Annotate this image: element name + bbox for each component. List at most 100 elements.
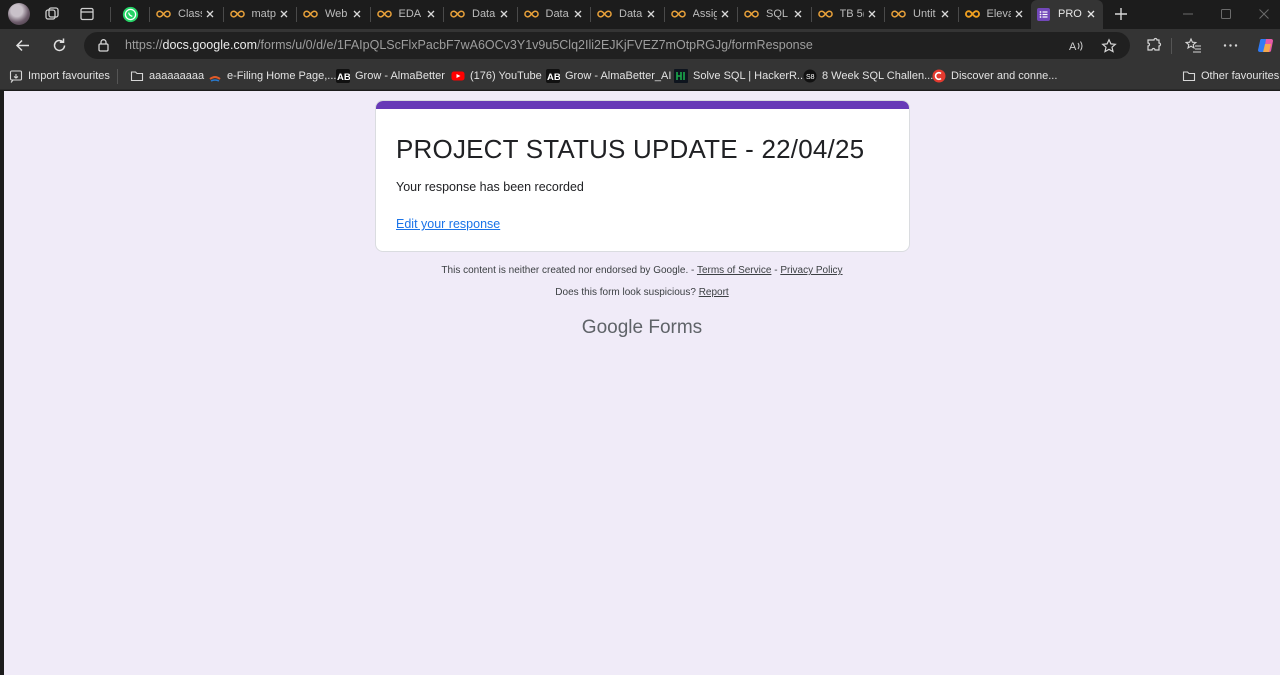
youtube-icon: [451, 71, 465, 81]
tab-title: Untit: [913, 8, 936, 20]
report-line: Does this form look suspicious? Report: [4, 287, 1280, 298]
profile-avatar[interactable]: [8, 3, 30, 25]
tab-data-1[interactable]: Data: [443, 0, 516, 29]
svg-text:A: A: [1069, 41, 1077, 53]
maximize-icon[interactable]: [1219, 7, 1233, 21]
whatsapp-icon[interactable]: [122, 6, 139, 23]
bookmark-label: Grow - AlmaBetter_AI: [565, 70, 672, 82]
tab-title: Eleva: [986, 8, 1011, 20]
close-icon[interactable]: [424, 7, 438, 21]
infinity-icon: [523, 10, 539, 18]
folder-icon: [130, 71, 144, 82]
tab-class[interactable]: Class: [149, 0, 222, 29]
privacy-policy-link[interactable]: Privacy Policy: [780, 265, 842, 276]
close-icon[interactable]: [644, 7, 658, 21]
lock-icon[interactable]: [97, 38, 110, 52]
bookmark-label: 8 Week SQL Challen...: [822, 70, 934, 82]
url-prefix: https://: [125, 38, 163, 52]
back-icon[interactable]: [14, 37, 31, 54]
google-forms-logo[interactable]: Google Forms: [4, 317, 1280, 339]
tab-title: Data: [545, 8, 569, 20]
suspicious-text: Does this form look suspicious?: [555, 287, 696, 298]
tab-data-2[interactable]: Data: [516, 0, 590, 29]
bookmark-grow-almabetter-ai[interactable]: AB Grow - AlmaBetter_AI: [546, 67, 671, 85]
tab-eda[interactable]: EDA: [369, 0, 443, 29]
read-aloud-icon[interactable]: A: [1068, 38, 1084, 54]
bookmark-discover[interactable]: Discover and conne...: [932, 67, 1057, 85]
extensions-icon[interactable]: [1145, 37, 1162, 54]
terms-of-service-link[interactable]: Terms of Service: [697, 265, 771, 276]
new-tab-icon[interactable]: [1113, 6, 1129, 22]
tab-sql[interactable]: SQL: [737, 0, 810, 29]
close-icon[interactable]: [203, 7, 217, 21]
dash: -: [688, 265, 697, 276]
close-icon[interactable]: [350, 7, 364, 21]
workspaces-icon[interactable]: [44, 6, 60, 22]
edit-response-link[interactable]: Edit your response: [396, 217, 500, 231]
infinity-icon: [597, 10, 612, 18]
bookmark-other-favourites[interactable]: Other favourites: [1182, 67, 1279, 85]
toolbar-separator: [1171, 38, 1172, 54]
tab-eleva[interactable]: Eleva: [957, 0, 1031, 29]
bookmark-youtube[interactable]: (176) YouTube: [451, 67, 542, 85]
url-text[interactable]: https://docs.google.com/forms/u/0/d/e/1F…: [125, 38, 813, 52]
bookmark-label: Other favourites: [1201, 70, 1280, 82]
tab-title: EDA: [398, 8, 422, 20]
tab-title: Class: [178, 8, 202, 20]
tab-untit[interactable]: Untit: [884, 0, 957, 29]
more-options-icon[interactable]: [1222, 37, 1239, 54]
report-link[interactable]: Report: [699, 287, 729, 298]
bookmark-hackerrank[interactable]: Solve SQL | HackerR...: [674, 67, 806, 85]
bookmark-label: e-Filing Home Page,...: [227, 70, 337, 82]
close-icon[interactable]: [277, 7, 291, 21]
vertical-tabs-icon[interactable]: [79, 6, 95, 22]
close-icon[interactable]: [938, 7, 952, 21]
infinity-icon: [817, 10, 833, 18]
favorite-star-icon[interactable]: [1101, 38, 1117, 54]
tab-matp[interactable]: matp: [222, 0, 296, 29]
google-forms-icon: [1037, 8, 1050, 21]
tab-data-3[interactable]: Data: [590, 0, 663, 29]
bookmark-efiling[interactable]: e-Filing Home Page,...: [208, 67, 336, 85]
almabetter-icon: AB: [336, 69, 350, 83]
close-icon[interactable]: [1012, 7, 1026, 21]
refresh-icon[interactable]: [51, 37, 68, 54]
close-icon[interactable]: [1084, 7, 1098, 21]
address-bar[interactable]: https://docs.google.com/forms/u/0/d/e/1F…: [84, 32, 1130, 59]
navigation-bar: https://docs.google.com/forms/u/0/d/e/1F…: [0, 29, 1280, 62]
close-icon[interactable]: [791, 7, 805, 21]
hackerrank-icon: [674, 69, 688, 83]
window-close-icon[interactable]: [1257, 7, 1271, 21]
favorites-icon[interactable]: [1185, 37, 1202, 54]
bookmark-label: Solve SQL | HackerR...: [693, 70, 807, 82]
form-accent-bar: [376, 101, 909, 109]
close-icon[interactable]: [497, 7, 511, 21]
minimize-icon[interactable]: [1181, 7, 1195, 21]
close-icon[interactable]: [718, 7, 732, 21]
infinity-icon: [964, 10, 980, 18]
close-icon[interactable]: [571, 7, 585, 21]
tab-web[interactable]: Web: [296, 0, 369, 29]
copilot-icon[interactable]: [1257, 36, 1276, 55]
tab-proj[interactable]: PROJ: [1031, 0, 1103, 29]
tab-assig[interactable]: Assig: [663, 0, 737, 29]
page-content: PROJECT STATUS UPDATE - 22/04/25 Your re…: [4, 91, 1280, 675]
form-title: PROJECT STATUS UPDATE - 22/04/25: [396, 134, 865, 164]
brand-google: Google: [581, 317, 644, 338]
svg-text:S8: S8: [806, 74, 815, 81]
bookmark-label: Discover and conne...: [951, 70, 1058, 82]
bookmark-grow-almabetter[interactable]: AB Grow - AlmaBetter: [336, 67, 445, 85]
bookmark-8-week-sql[interactable]: S8 8 Week SQL Challen...: [803, 67, 933, 85]
bookmark-folder-aaaaaaaaa[interactable]: aaaaaaaaa: [130, 67, 204, 85]
tab-tb5[interactable]: TB 5(: [810, 0, 884, 29]
efiling-icon: [209, 76, 221, 82]
tab-title: matp: [251, 8, 276, 20]
infinity-icon: [156, 10, 171, 18]
close-icon[interactable]: [865, 7, 879, 21]
brand-forms: Forms: [648, 317, 703, 338]
tab-title: Web: [325, 8, 348, 20]
bookmark-import-favourites[interactable]: Import favourites: [9, 67, 110, 85]
folder-icon: [1182, 71, 1196, 82]
tab-title: Data: [619, 8, 643, 20]
sql-challenge-icon: S8: [803, 69, 817, 83]
